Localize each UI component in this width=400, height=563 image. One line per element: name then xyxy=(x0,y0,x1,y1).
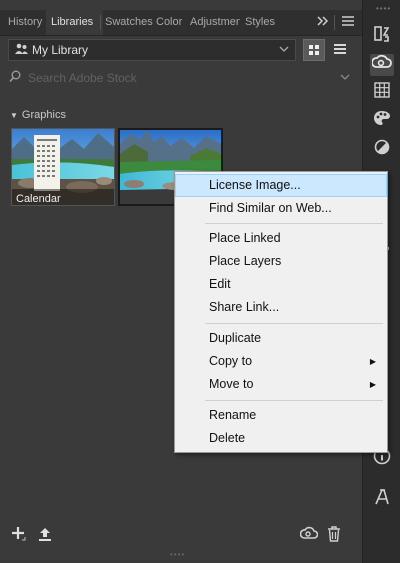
grid-view-icon xyxy=(309,45,319,55)
hamburger-icon[interactable] xyxy=(340,10,356,35)
list-view-icon xyxy=(334,44,346,54)
add-icon[interactable] xyxy=(11,526,27,546)
list-view-button[interactable] xyxy=(330,39,352,61)
graphics-group-header[interactable]: ▼ Graphics xyxy=(10,109,66,121)
chevron-down-icon xyxy=(279,41,289,60)
menu-item-label: Copy to xyxy=(209,354,253,368)
user-library-icon xyxy=(15,43,28,58)
rail-gripper[interactable]: •••• xyxy=(376,4,391,13)
menu-item-copy-to[interactable]: Copy to ▶ xyxy=(176,351,386,372)
menu-item-duplicate[interactable]: Duplicate xyxy=(176,328,386,349)
tab-libraries[interactable]: Libraries xyxy=(46,10,103,35)
menu-item-license-image[interactable]: License Image... xyxy=(175,174,387,197)
menu-item-delete[interactable]: Delete xyxy=(176,428,386,449)
submenu-arrow-icon: ▶ xyxy=(369,357,376,366)
panel-tab-bar: History Libraries Swatches Color Adjustm… xyxy=(0,10,362,36)
trash-icon[interactable] xyxy=(327,526,341,546)
asset-thumbnail-calendar[interactable]: Calendar xyxy=(11,128,115,206)
menu-item-place-linked[interactable]: Place Linked xyxy=(176,228,386,249)
paragraph-styles-icon[interactable] xyxy=(370,25,394,47)
chevron-down-icon[interactable] xyxy=(340,69,350,88)
creative-cloud-icon[interactable] xyxy=(299,526,319,544)
creative-cloud-libraries-icon[interactable] xyxy=(370,54,394,76)
panel-bottom-bar xyxy=(0,522,362,552)
library-name: My Library xyxy=(32,43,89,57)
menu-separator xyxy=(205,323,383,324)
upload-icon[interactable] xyxy=(37,526,53,546)
tab-swatches[interactable]: Swatches xyxy=(105,10,153,35)
tab-history[interactable]: History xyxy=(4,10,50,35)
asset-label: Calendar xyxy=(16,193,61,205)
tab-divider xyxy=(100,15,101,30)
menu-item-edit[interactable]: Edit xyxy=(176,274,386,295)
group-title: Graphics xyxy=(21,109,66,121)
menu-item-find-similar[interactable]: Find Similar on Web... xyxy=(176,198,386,219)
contrast-icon[interactable] xyxy=(370,139,394,161)
double-chevron-right-icon[interactable] xyxy=(315,10,331,35)
tab-color[interactable]: Color xyxy=(156,10,186,35)
palette-icon[interactable] xyxy=(370,110,394,132)
menu-item-rename[interactable]: Rename xyxy=(176,405,386,426)
grid-view-button[interactable] xyxy=(303,39,325,61)
menu-item-share-link[interactable]: Share Link... xyxy=(176,297,386,318)
disclosure-triangle-icon: ▼ xyxy=(10,111,18,120)
type-icon[interactable] xyxy=(370,488,394,510)
library-dropdown[interactable]: My Library xyxy=(8,39,296,61)
menu-item-label: Move to xyxy=(209,377,254,391)
tab-divider xyxy=(334,15,335,30)
menu-item-place-layers[interactable]: Place Layers xyxy=(176,251,386,272)
search-placeholder: Search Adobe Stock xyxy=(28,71,137,85)
grid-icon[interactable] xyxy=(370,82,394,104)
search-icon xyxy=(9,70,21,86)
tab-adjustments[interactable]: Adjustmen xyxy=(190,10,240,35)
submenu-arrow-icon: ▶ xyxy=(369,380,376,389)
menu-separator xyxy=(205,223,383,224)
panel-resize-gripper[interactable]: •••• xyxy=(170,550,185,559)
menu-separator xyxy=(205,400,383,401)
asset-context-menu: License Image... Find Similar on Web... … xyxy=(174,171,388,453)
tab-styles[interactable]: Styles xyxy=(245,10,277,35)
menu-item-move-to[interactable]: Move to ▶ xyxy=(176,374,386,395)
stock-search[interactable]: Search Adobe Stock xyxy=(0,67,362,89)
